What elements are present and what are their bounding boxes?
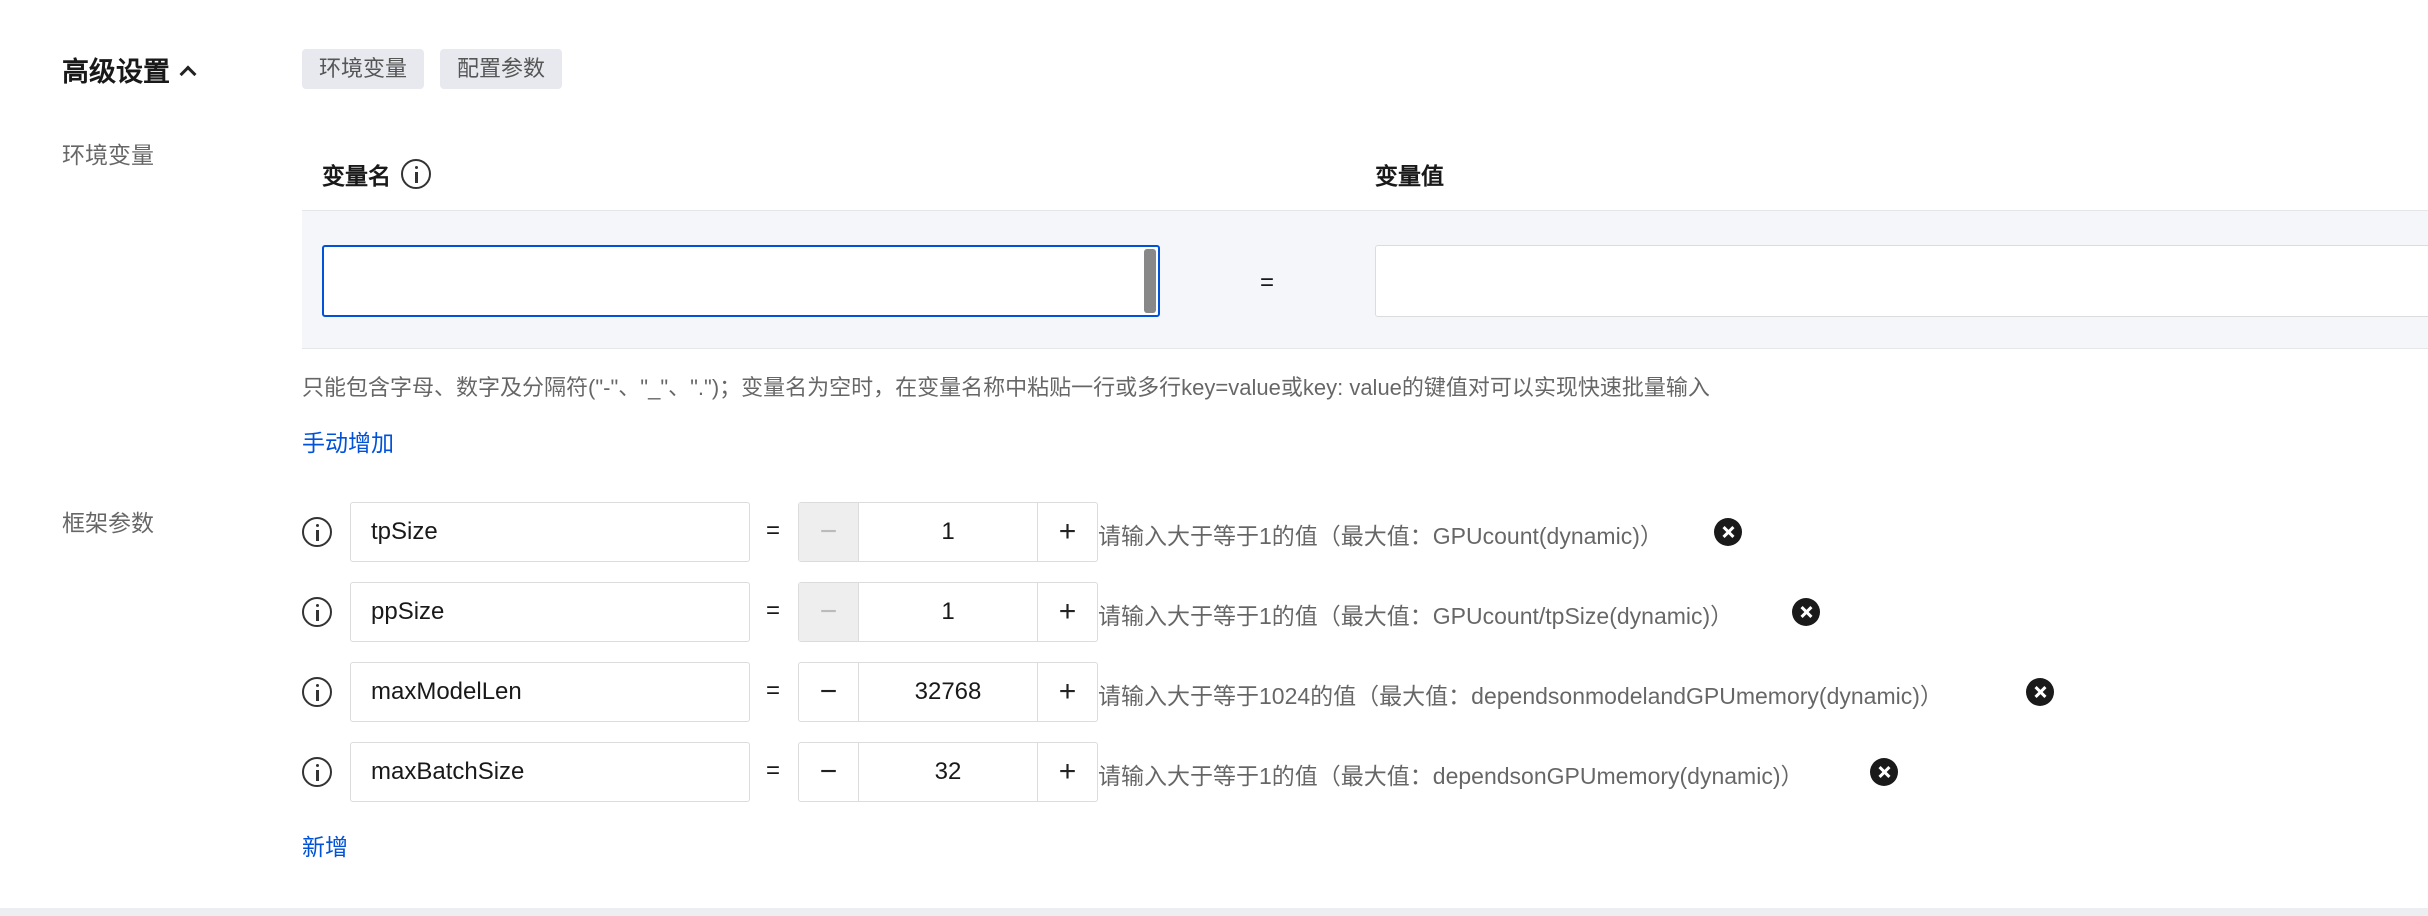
env-var-row: = [302,210,2428,349]
equals-sign: = [766,677,781,704]
decrement-button[interactable]: − [799,743,859,801]
var-name-input[interactable] [322,245,1160,317]
add-param-link[interactable]: 新增 [302,828,348,862]
param-row: maxModelLen = − 32768 + 请输入大于等于1024的值（最大… [302,662,2302,722]
env-table-header: 变量名 变量值 [302,138,2428,210]
param-hint: 请输入大于等于1的值（最大值：GPUcount/tpSize(dynamic)） [1098,603,1734,629]
advanced-settings-header[interactable]: 高级设置 [62,50,197,89]
remove-param-close-icon[interactable] [1792,598,1820,626]
bottom-divider [0,908,2428,916]
decrement-button[interactable]: − [799,503,859,561]
framework-params-label: 框架参数 [62,510,154,536]
param-value-input[interactable]: 32768 [859,663,1037,721]
env-vars-label: 环境变量 [62,142,154,168]
remove-param-close-icon[interactable] [1714,518,1742,546]
increment-button[interactable]: + [1037,503,1097,561]
param-value-stepper: − 1 + [798,502,1098,562]
tab-env-vars[interactable]: 环境变量 [302,49,425,89]
env-var-hint: 只能包含字母、数字及分隔符("-"、"_"、".")；变量名为空时，在变量名称中… [302,375,1710,400]
param-hint: 请输入大于等于1024的值（最大值：dependsonmodelandGPUme… [1098,683,1943,709]
equals-sign: = [766,517,781,544]
param-key-input[interactable]: maxBatchSize [350,742,750,802]
var-value-header: 变量值 [1375,163,1444,189]
remove-param-close-icon[interactable] [1870,758,1898,786]
param-value-input[interactable]: 32 [859,743,1037,801]
input-scrollbar[interactable] [1144,249,1156,313]
param-key-input[interactable]: maxModelLen [350,662,750,722]
info-icon[interactable] [401,159,431,189]
settings-tabs: 环境变量 配置参数 [302,49,563,89]
info-icon[interactable] [302,517,332,547]
param-hint: 请输入大于等于1的值（最大值：GPUcount(dynamic)） [1098,523,1663,549]
param-row: ppSize = − 1 + 请输入大于等于1的值（最大值：GPUcount/t… [302,582,2302,642]
manual-add-link[interactable]: 手动增加 [302,424,394,458]
param-value-stepper: − 32768 + [798,662,1098,722]
info-icon[interactable] [302,677,332,707]
param-key-input[interactable]: ppSize [350,582,750,642]
param-value-stepper: − 1 + [798,582,1098,642]
var-value-input[interactable] [1375,245,2428,317]
var-name-header: 变量名 [322,157,431,191]
param-row: tpSize = − 1 + 请输入大于等于1的值（最大值：GPUcount(d… [302,502,2302,562]
equals-sign: = [766,757,781,784]
info-icon[interactable] [302,757,332,787]
decrement-button[interactable]: − [799,663,859,721]
info-icon[interactable] [302,597,332,627]
equals-sign: = [766,597,781,624]
remove-param-close-icon[interactable] [2026,678,2054,706]
param-key-input[interactable]: tpSize [350,502,750,562]
increment-button[interactable]: + [1037,583,1097,641]
advanced-settings-title: 高级设置 [62,57,170,87]
increment-button[interactable]: + [1037,743,1097,801]
param-row: maxBatchSize = − 32 + 请输入大于等于1的值（最大值：dep… [302,742,2302,802]
param-value-input[interactable]: 1 [859,503,1037,561]
param-value-stepper: − 32 + [798,742,1098,802]
decrement-button[interactable]: − [799,583,859,641]
tab-config-params[interactable]: 配置参数 [440,49,563,89]
increment-button[interactable]: + [1037,663,1097,721]
chevron-up-icon[interactable] [179,65,197,82]
param-hint: 请输入大于等于1的值（最大值：dependsonGPUmemory(dynami… [1098,763,1804,789]
param-value-input[interactable]: 1 [859,583,1037,641]
var-name-header-label: 变量名 [322,163,391,189]
equals-sign: = [1260,269,1275,296]
